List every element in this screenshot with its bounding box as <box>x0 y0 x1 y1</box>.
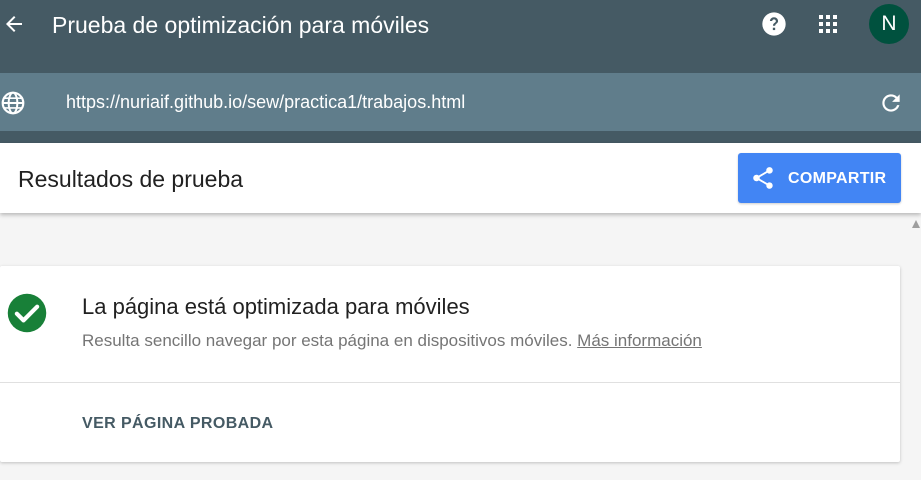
scroll-up-arrow[interactable] <box>912 220 920 228</box>
reload-icon <box>882 94 900 112</box>
url-field[interactable]: https://nuriaif.github.io/sew/practica1/… <box>0 73 921 131</box>
result-description: Resulta sencillo navegar por esta página… <box>82 330 702 352</box>
globe-icon <box>1 91 25 115</box>
share-icon <box>753 167 773 189</box>
reload-button[interactable] <box>878 90 904 116</box>
help-icon <box>762 12 786 36</box>
result-title: La página está optimizada para móviles <box>82 294 470 319</box>
arrow-back-icon <box>6 16 22 32</box>
result-card: La página está optimizada para móviles R… <box>0 266 900 462</box>
avatar[interactable]: N <box>869 4 909 44</box>
content-area: La página está optimizada para móviles R… <box>0 213 921 480</box>
more-info-link[interactable]: Más información <box>577 331 702 350</box>
share-button[interactable]: COMPARTIR <box>738 153 901 203</box>
url-text[interactable]: https://nuriaif.github.io/sew/practica1/… <box>66 90 465 114</box>
results-header: Resultados de prueba COMPARTIR <box>0 143 921 213</box>
app-title: Prueba de optimización para móviles <box>52 12 430 38</box>
url-bar: https://nuriaif.github.io/sew/practica1/… <box>0 50 921 143</box>
view-tested-page-button[interactable]: VER PÁGINA PROBADA <box>82 414 274 434</box>
apps-button[interactable] <box>814 10 842 38</box>
help-button[interactable] <box>760 10 788 38</box>
results-title: Resultados de prueba <box>18 166 244 192</box>
apps-grid-icon <box>819 15 837 33</box>
share-label: COMPARTIR <box>788 170 887 187</box>
result-description-text: Resulta sencillo navegar por esta página… <box>82 331 573 350</box>
back-button[interactable] <box>0 8 28 40</box>
check-circle-icon <box>7 293 47 333</box>
app-bar: Prueba de optimización para móviles N <box>0 0 921 50</box>
card-divider <box>0 382 900 383</box>
